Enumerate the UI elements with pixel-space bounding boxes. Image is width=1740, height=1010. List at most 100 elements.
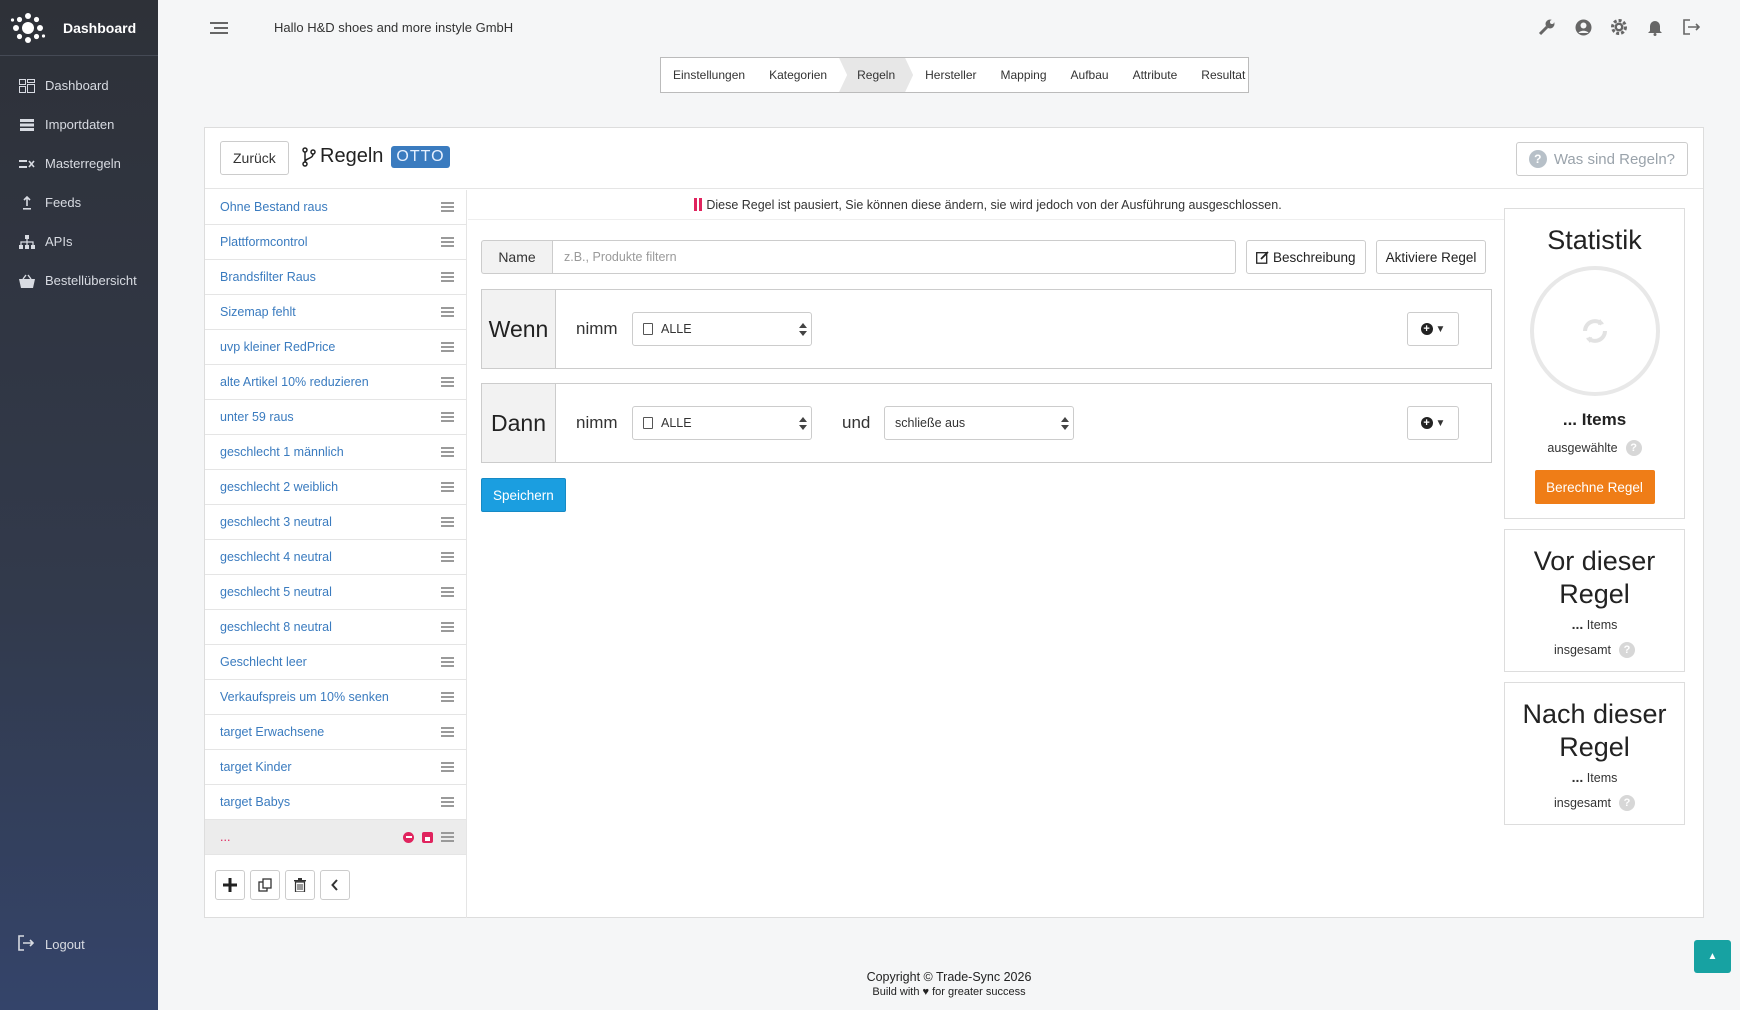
sidebar-item-importdaten[interactable]: Importdaten	[0, 105, 158, 144]
list-item[interactable]: Ohne Bestand raus	[205, 190, 466, 225]
list-item[interactable]: uvp kleiner RedPrice	[205, 330, 466, 365]
sidebar-item-apis[interactable]: APIs	[0, 222, 158, 261]
add-rule-button[interactable]	[215, 870, 245, 900]
tab-resultat[interactable]: Resultat	[1189, 58, 1257, 92]
plus-circle-icon: +	[1420, 417, 1433, 429]
drag-handle-icon[interactable]	[441, 377, 454, 387]
wrench-icon[interactable]	[1538, 16, 1556, 38]
action-type-select[interactable]: schließe aus	[884, 406, 1074, 440]
build-with-line: Build with ♥ for greater success	[158, 986, 1740, 998]
sidebar-item-feeds[interactable]: Feeds	[0, 183, 158, 222]
sidebar-item-bestelluebersicht[interactable]: Bestellübersicht	[0, 261, 158, 300]
add-condition-button[interactable]: + ▼	[1407, 312, 1459, 346]
action-nimm: nimm	[576, 413, 618, 432]
description-button[interactable]: Beschreibung	[1246, 240, 1366, 274]
build-with-post: for greater success	[932, 986, 1026, 998]
list-item[interactable]: geschlecht 2 weiblich	[205, 470, 466, 505]
drag-handle-icon[interactable]	[441, 832, 454, 842]
tab-kategorien[interactable]: Kategorien	[757, 58, 839, 92]
list-item[interactable]: target Babys	[205, 785, 466, 820]
file-icon	[643, 417, 653, 429]
help-button[interactable]: ? Was sind Regeln?	[1515, 142, 1688, 176]
rules-card: Zurück Regeln OTTO ? Was sind Regeln? Oh…	[204, 127, 1704, 918]
drag-handle-icon[interactable]	[441, 517, 454, 527]
tab-mapping[interactable]: Mapping	[989, 58, 1059, 92]
drag-handle-icon[interactable]	[441, 237, 454, 247]
save-button[interactable]: Speichern	[481, 478, 566, 512]
condition-select[interactable]: ALLE	[632, 312, 812, 346]
list-item[interactable]: target Erwachsene	[205, 715, 466, 750]
bell-icon[interactable]	[1646, 16, 1664, 38]
pause-icon	[694, 198, 703, 211]
copy-rule-button[interactable]	[250, 870, 280, 900]
list-item[interactable]: geschlecht 4 neutral	[205, 540, 466, 575]
drag-handle-icon[interactable]	[441, 552, 454, 562]
calculate-rule-button[interactable]: Berechne Regel	[1534, 470, 1655, 504]
drag-handle-icon[interactable]	[441, 762, 454, 772]
sidebar-item-masterregeln[interactable]: Masterregeln	[0, 144, 158, 183]
list-item[interactable]: Plattformcontrol	[205, 225, 466, 260]
list-item[interactable]: geschlecht 5 neutral	[205, 575, 466, 610]
list-item[interactable]: geschlecht 8 neutral	[205, 610, 466, 645]
rule-name-input[interactable]	[552, 240, 1236, 274]
rule-label: Geschlecht leer	[220, 655, 307, 669]
list-item[interactable]: target Kinder	[205, 750, 466, 785]
action-scope-select[interactable]: ALLE	[632, 406, 812, 440]
select-arrows-icon	[799, 417, 807, 430]
save-icon[interactable]	[422, 831, 433, 843]
drag-handle-icon[interactable]	[441, 692, 454, 702]
drag-handle-icon[interactable]	[441, 447, 454, 457]
drag-handle-icon[interactable]	[441, 622, 454, 632]
drag-handle-icon[interactable]	[441, 412, 454, 422]
drag-handle-icon[interactable]	[441, 587, 454, 597]
channel-badge: OTTO	[391, 145, 450, 168]
tab-hersteller[interactable]: Hersteller	[913, 58, 988, 92]
drag-handle-icon[interactable]	[441, 657, 454, 667]
list-item[interactable]: Verkaufspreis um 10% senken	[205, 680, 466, 715]
add-action-button[interactable]: + ▼	[1407, 406, 1459, 440]
tab-regeln[interactable]: Regeln	[839, 58, 913, 92]
tab-attribute[interactable]: Attribute	[1121, 58, 1190, 92]
sidebar-item-label: Masterregeln	[45, 156, 121, 171]
drag-handle-icon[interactable]	[441, 307, 454, 317]
rule-label: Sizemap fehlt	[220, 305, 296, 319]
sidebar-nav: Dashboard Importdaten Masterregeln Feeds…	[0, 56, 158, 300]
after-items-row: ... Items	[1505, 769, 1684, 785]
after-rule-panel: Nach dieser Regel ... Items insgesamt ?	[1504, 682, 1685, 825]
list-item[interactable]: alte Artikel 10% reduzieren	[205, 365, 466, 400]
user-icon[interactable]	[1574, 16, 1592, 38]
collapse-button[interactable]	[320, 870, 350, 900]
drag-handle-icon[interactable]	[441, 272, 454, 282]
brand[interactable]: Dashboard	[0, 0, 158, 56]
list-item-current[interactable]: ...	[205, 820, 466, 855]
list-item[interactable]: geschlecht 3 neutral	[205, 505, 466, 540]
condition-label: Wenn	[482, 290, 556, 368]
menu-toggle-icon[interactable]	[210, 20, 228, 36]
sidebar-item-dashboard[interactable]: Dashboard	[0, 66, 158, 105]
list-item[interactable]: geschlecht 1 männlich	[205, 435, 466, 470]
drag-handle-icon[interactable]	[441, 202, 454, 212]
sign-out-icon[interactable]	[1682, 16, 1700, 38]
tab-aufbau[interactable]: Aufbau	[1059, 58, 1121, 92]
list-item[interactable]: unter 59 raus	[205, 400, 466, 435]
help-icon[interactable]: ?	[1625, 440, 1642, 456]
back-button[interactable]: Zurück	[220, 141, 289, 175]
scroll-to-top-button[interactable]: ▲	[1694, 940, 1731, 973]
list-item[interactable]: Sizemap fehlt	[205, 295, 466, 330]
tab-einstellungen[interactable]: Einstellungen	[661, 58, 757, 92]
list-item[interactable]: Geschlecht leer	[205, 645, 466, 680]
activate-rule-button[interactable]: Aktiviere Regel	[1375, 240, 1487, 274]
after-total-label: insgesamt	[1554, 796, 1611, 810]
drag-handle-icon[interactable]	[441, 342, 454, 352]
gear-icon[interactable]	[1610, 16, 1628, 38]
delete-rule-button[interactable]	[285, 870, 315, 900]
after-items-label: Items	[1586, 771, 1618, 785]
help-icon[interactable]: ?	[1618, 642, 1635, 658]
drag-handle-icon[interactable]	[441, 797, 454, 807]
drag-handle-icon[interactable]	[441, 727, 454, 737]
list-item[interactable]: Brandsfilter Raus	[205, 260, 466, 295]
drag-handle-icon[interactable]	[441, 482, 454, 492]
logout-link[interactable]: Logout	[18, 935, 85, 953]
help-icon[interactable]: ?	[1618, 795, 1635, 811]
remove-circle-icon[interactable]	[403, 831, 414, 843]
